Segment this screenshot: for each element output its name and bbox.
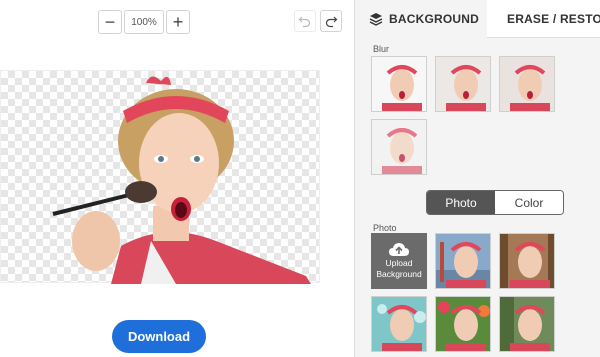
toggle-photo[interactable]: Photo xyxy=(427,191,495,214)
blur-option-1[interactable] xyxy=(371,56,427,112)
zoom-level: 100% xyxy=(124,10,164,34)
undo-icon xyxy=(298,16,311,28)
zoom-controls: − 100% + xyxy=(98,10,190,34)
thumb-portrait xyxy=(372,57,426,111)
thumb-portrait xyxy=(372,297,426,351)
upload-label-2: Background xyxy=(376,269,422,279)
cloud-upload-icon xyxy=(389,243,409,256)
undo-button[interactable] xyxy=(294,10,316,32)
tab-background[interactable]: BACKGROUND xyxy=(355,0,487,38)
zoom-out-button[interactable]: − xyxy=(98,10,122,34)
thumb-portrait xyxy=(436,57,490,111)
thumb-portrait xyxy=(500,234,554,288)
upload-label-1: Upload xyxy=(385,258,413,268)
zoom-in-button[interactable]: + xyxy=(166,10,190,34)
photo-bg-option-3[interactable] xyxy=(371,296,427,352)
background-type-toggle: Photo Color xyxy=(426,190,564,215)
redo-icon xyxy=(325,16,338,28)
thumb-portrait xyxy=(372,120,426,174)
photo-bg-option-4[interactable] xyxy=(435,296,491,352)
download-button[interactable]: Download xyxy=(112,320,206,353)
blur-section-label: Blur xyxy=(373,44,390,54)
photo-bg-option-2[interactable] xyxy=(499,233,555,289)
upload-background-button[interactable]: Upload Background xyxy=(371,233,427,289)
canvas-area: − 100% + Download xyxy=(0,0,354,357)
panel-tabs: BACKGROUND ERASE / RESTO xyxy=(355,0,600,38)
redo-button[interactable] xyxy=(320,10,342,32)
blur-option-3[interactable] xyxy=(499,56,555,112)
toggle-color[interactable]: Color xyxy=(495,191,563,214)
photo-bg-option-5[interactable] xyxy=(499,296,555,352)
history-controls xyxy=(294,10,342,32)
image-canvas[interactable] xyxy=(0,70,320,284)
photo-bg-option-1[interactable] xyxy=(435,233,491,289)
thumb-portrait xyxy=(500,297,554,351)
tab-background-label: BACKGROUND xyxy=(389,12,479,26)
blur-option-4[interactable] xyxy=(371,119,427,175)
thumb-portrait xyxy=(436,234,490,288)
subject-photo xyxy=(52,76,311,284)
layers-icon xyxy=(369,13,383,26)
thumb-portrait xyxy=(500,57,554,111)
tab-erase-label: ERASE / RESTO xyxy=(507,11,600,26)
thumb-portrait xyxy=(436,297,490,351)
photo-section-label: Photo xyxy=(373,223,397,233)
blur-option-2[interactable] xyxy=(435,56,491,112)
tab-erase-restore[interactable]: ERASE / RESTO xyxy=(487,0,600,38)
editor-app: − 100% + Download BACKGROUND ERASE / RES… xyxy=(0,0,600,357)
